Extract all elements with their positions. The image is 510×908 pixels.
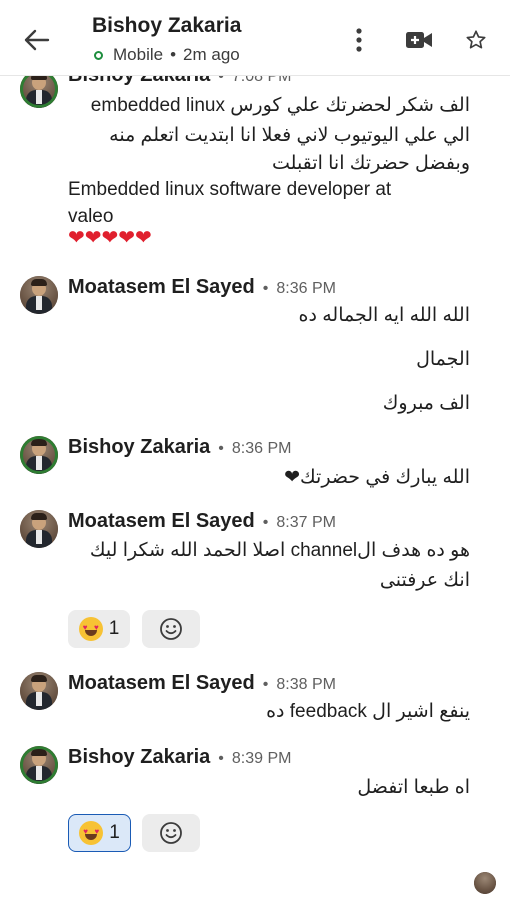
status-separator: • — [170, 45, 177, 64]
status-label: Mobile — [113, 45, 164, 64]
message-text: ينفع اشير ال feedback ده — [266, 701, 470, 722]
message-header: Moatasem El Sayed • 8:38 PM — [68, 672, 336, 695]
time-separator: • — [262, 514, 269, 531]
read-receipt-icon — [474, 872, 496, 894]
sender-avatar[interactable] — [20, 672, 58, 710]
time-separator: • — [218, 76, 224, 85]
read-receipt-avatar — [474, 872, 496, 894]
sender-avatar[interactable] — [20, 276, 58, 314]
message-header: Bishoy Zakaria • 8:36 PM — [68, 436, 292, 459]
video-call-icon — [406, 32, 432, 48]
sender-name[interactable]: Bishoy Zakaria — [68, 746, 210, 769]
message-time: 8:39 PM — [231, 750, 292, 767]
message-header: Moatasem El Sayed • 8:37 PM — [68, 510, 336, 533]
message-header: Moatasem El Sayed • 8:36 PM — [68, 276, 336, 299]
star-icon — [466, 30, 486, 49]
arrow-left-icon — [24, 29, 50, 51]
message-header: Bishoy Zakaria • 7:08 PM — [68, 76, 292, 87]
message-time: 8:38 PM — [276, 676, 336, 693]
chat-title: Bishoy Zakaria — [92, 14, 242, 37]
message-text-line: الله يبارك في حضرتك❤ — [284, 467, 470, 488]
smiley-icon — [160, 822, 182, 844]
star-button[interactable] — [458, 22, 494, 58]
reaction-chip-selected[interactable]: ♥ ♥ 1 — [68, 814, 131, 852]
message-item: Bishoy Zakaria • 8:36 PM الله يبارك في ح… — [0, 436, 510, 496]
sender-avatar[interactable] — [20, 76, 58, 108]
message-list[interactable]: Bishoy Zakaria • 7:08 PM الف شكر لحضرتك … — [0, 76, 510, 908]
back-button[interactable] — [16, 22, 56, 58]
add-reaction-button[interactable] — [142, 610, 200, 648]
message-text-line: الي علي اليوتيوب لاني فعلا انا ابتديت ات… — [109, 125, 470, 146]
more-vert-icon — [356, 28, 362, 52]
time-separator: • — [262, 676, 269, 693]
message-header: Bishoy Zakaria • 8:39 PM — [68, 746, 292, 769]
sender-name[interactable]: Bishoy Zakaria — [68, 76, 210, 87]
message-item: Moatasem El Sayed • 8:36 PM الله الله اي… — [0, 276, 510, 416]
message-text-line: وبفضل حضرتك انا اتقبلت — [272, 153, 470, 174]
heart-eyes-icon: ♥ ♥ — [78, 617, 103, 641]
message-text-line: الجمال — [416, 349, 470, 370]
more-options-button[interactable] — [341, 22, 377, 58]
message-text-line: الله الله ايه الجماله ده — [298, 305, 470, 326]
message-text-line: الف شكر لحضرتك علي كورس embedded linux — [90, 95, 470, 116]
message-time: 7:08 PM — [231, 76, 292, 85]
message-item: Bishoy Zakaria • 7:08 PM الف شكر لحضرتك … — [0, 76, 510, 260]
reaction-count: 1 — [108, 618, 120, 639]
message-time: 8:36 PM — [276, 280, 336, 297]
last-seen-label: 2m ago — [183, 45, 240, 64]
sender-avatar[interactable] — [20, 436, 58, 474]
heart-emojis: ❤❤❤❤❤ — [68, 227, 152, 249]
message-item: Bishoy Zakaria • 8:39 PM اه طبعا اتفضل ♥… — [0, 746, 510, 866]
video-call-button[interactable] — [401, 22, 437, 58]
time-separator: • — [218, 440, 224, 457]
reaction-count: 1 — [109, 822, 120, 843]
message-text: Embedded linux software developer at val… — [68, 179, 392, 227]
message-time: 8:37 PM — [276, 514, 336, 531]
chat-header: Bishoy Zakaria Mobile • 2m ago — [0, 0, 510, 76]
sender-name[interactable]: Moatasem El Sayed — [68, 510, 255, 533]
sender-name[interactable]: Moatasem El Sayed — [68, 672, 255, 695]
sender-avatar[interactable] — [20, 510, 58, 548]
sender-avatar[interactable] — [20, 746, 58, 784]
sender-name[interactable]: Moatasem El Sayed — [68, 276, 255, 299]
add-reaction-button[interactable] — [142, 814, 200, 852]
message-item: Moatasem El Sayed • 8:37 PM هو ده هدف ال… — [0, 510, 510, 650]
chat-status: Mobile • 2m ago — [92, 45, 240, 65]
message-text: هو ده هدف الchannel اصلا الحمد الله شكرا… — [89, 540, 470, 591]
sender-name[interactable]: Bishoy Zakaria — [68, 436, 210, 459]
message-time: 8:36 PM — [231, 440, 292, 457]
heart-emoji: ❤❤❤❤❤ — [68, 227, 152, 249]
message-text-line: الف مبروك — [382, 393, 470, 414]
message-text: اه طبعا اتفضل — [357, 777, 470, 798]
presence-icon — [94, 50, 103, 60]
heart-eyes-icon: ♥ ♥ — [79, 821, 104, 845]
reaction-chip[interactable]: ♥ ♥ 1 — [68, 610, 130, 648]
message-item: Moatasem El Sayed • 8:38 PM ينفع اشير ال… — [0, 672, 510, 732]
smiley-icon — [160, 618, 182, 640]
time-separator: • — [262, 280, 269, 297]
time-separator: • — [218, 750, 224, 767]
